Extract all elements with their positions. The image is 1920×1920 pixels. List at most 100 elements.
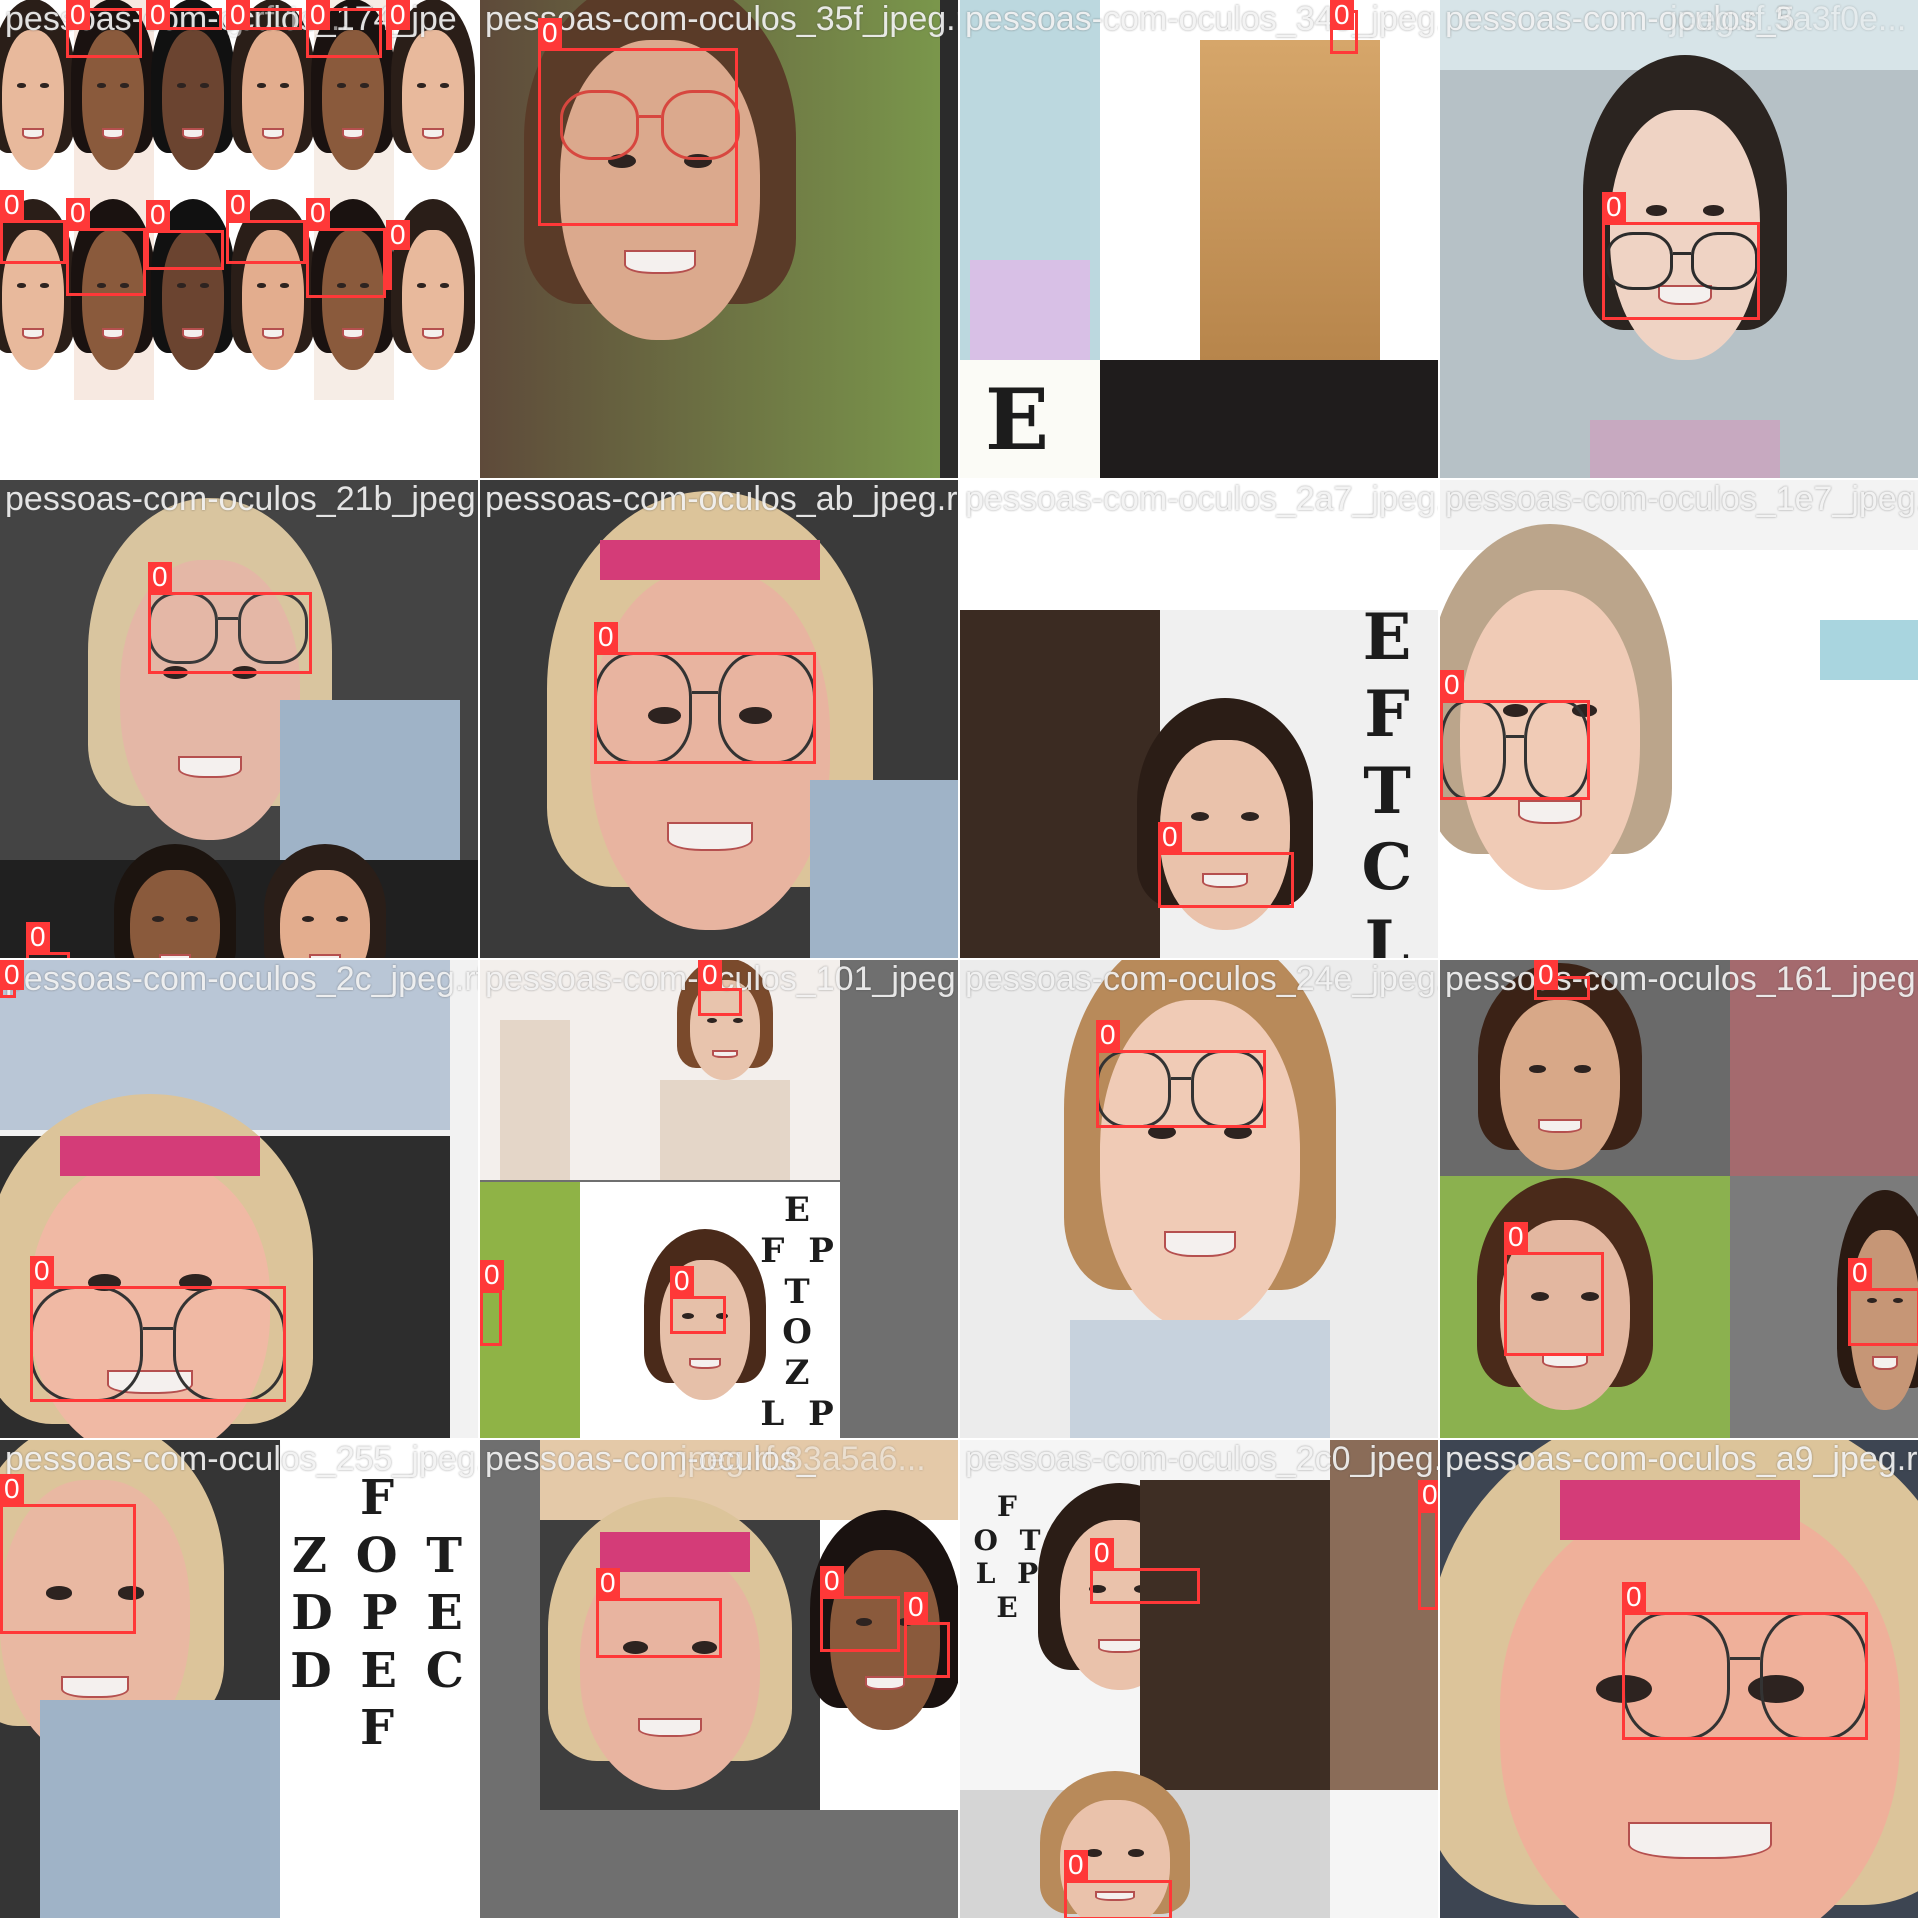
detection-box [0,1504,136,1634]
face-feature [256,283,266,288]
face-feature [706,1018,717,1023]
face-feature [301,915,315,922]
blur-shape [1820,620,1918,680]
face-feature [335,915,349,922]
background-block [540,1440,958,1520]
face-feature [1872,1356,1898,1371]
person-back [1140,1480,1330,1800]
class-label: 0 [1602,192,1626,222]
face-feature [261,328,285,340]
detection-box [538,48,738,226]
class-label: 0 [1440,670,1464,700]
background-block [940,0,958,478]
face-feature [336,83,346,88]
face-feature [176,283,186,288]
detection-box [226,220,306,264]
headband-shape [60,1136,260,1176]
photo-scene: E [960,0,1438,478]
class-label: 0 [904,1592,928,1622]
face-feature [200,283,210,288]
face-feature [416,83,426,88]
class-label: 0 [30,1256,54,1286]
face-shape [130,870,220,958]
mosaic-tile: pessoas-com-oculos_a9_jpeg.rf.bab4cae540 [1440,1440,1920,1920]
face-shape [402,30,464,170]
face-feature [16,283,26,288]
mosaic-tile: pessoas-com-oculos_21b_jpeg.rf...00 [0,480,480,960]
face-feature [341,328,365,340]
class-label: 0 [66,0,90,30]
detection-box [66,228,146,296]
face-feature [60,1676,130,1699]
mosaic-tile: pessoas-com-oculos_24e_jpeg.rf.720d94c60 [960,960,1440,1440]
face-feature [712,1050,738,1058]
class-label: 0 [148,562,172,592]
face-feature [151,915,165,922]
class-label: 0 [1534,960,1558,990]
photo-scene: EF PT O ZL P E D [480,960,958,1438]
background-block [1100,360,1438,478]
mosaic-tile: FZ O TD P ED E C Fpessoas-com-oculos_255… [0,1440,480,1920]
face-feature [1528,1064,1546,1073]
mosaic-tile: pessoas-com-oculos_ jpeg.rf.83a5a6... 0 0 0 [480,1440,960,1920]
face-feature [181,128,205,140]
face-feature [21,328,45,340]
detection-box [306,228,386,298]
mosaic-tile: FO TL P Epessoas-com-oculos_2c0_jpeg.rf.… [960,1440,1440,1920]
background-block [960,480,1438,610]
class-label: 0 [594,622,618,652]
eye-chart: FZ O TD P ED E C F [290,1470,470,1757]
detection-box [1602,222,1760,320]
class-label: 0 [226,190,250,220]
face-feature [637,1718,703,1738]
face-feature [1128,1849,1144,1858]
face-feature [181,328,205,340]
shirt-shape [1070,1320,1330,1438]
face-feature [341,128,365,140]
shirt-shape [0,960,450,1130]
class-label: 0 [146,0,170,30]
face-feature [101,128,125,140]
headband-shape [1560,1480,1800,1540]
class-label: 0 [1158,822,1182,852]
face-feature [1164,1231,1236,1258]
person-back [960,610,1160,958]
class-label: 0 [1848,1258,1872,1288]
mosaic-grid: pessoas-com-oculos_174_jpeg.rf.1d...0000… [0,0,1920,1920]
background-block [0,860,478,958]
face-feature [666,822,754,851]
mosaic-tile: EF PT O ZL P E Dpessoas-com-oculos_101_j… [480,960,960,1440]
face-feature [416,283,426,288]
detection-box [904,1622,950,1678]
class-label: 0 [1504,1222,1528,1252]
detection-box [1096,1050,1266,1128]
class-label: 0 [1330,0,1354,30]
photo-scene: FO TL P E [960,1440,1438,1918]
class-label: 0 [0,190,24,220]
face-shape [2,30,64,170]
class-label: 0 [480,1260,504,1290]
face-feature [40,283,50,288]
face-feature [360,83,370,88]
face-feature [280,83,290,88]
denim-shape [40,1700,280,1918]
class-label: 0 [0,1474,24,1504]
detection-box [1158,852,1294,908]
face-shape [1500,1000,1620,1170]
detection-box [26,952,70,958]
denim-shape [810,780,958,958]
class-label: 0 [698,960,722,990]
class-label: 0 [386,220,410,250]
face-feature [40,83,50,88]
detection-box [146,230,224,270]
hair-shape [1200,40,1380,360]
face-feature [1086,1849,1102,1858]
face-shape [402,230,464,370]
photo-scene [0,480,478,958]
class-label: 0 [306,0,330,30]
class-label: 0 [146,200,170,230]
detection-box [1622,1612,1868,1740]
class-label: 0 [1418,1480,1438,1510]
face-feature [200,83,210,88]
class-label: 0 [538,18,562,48]
